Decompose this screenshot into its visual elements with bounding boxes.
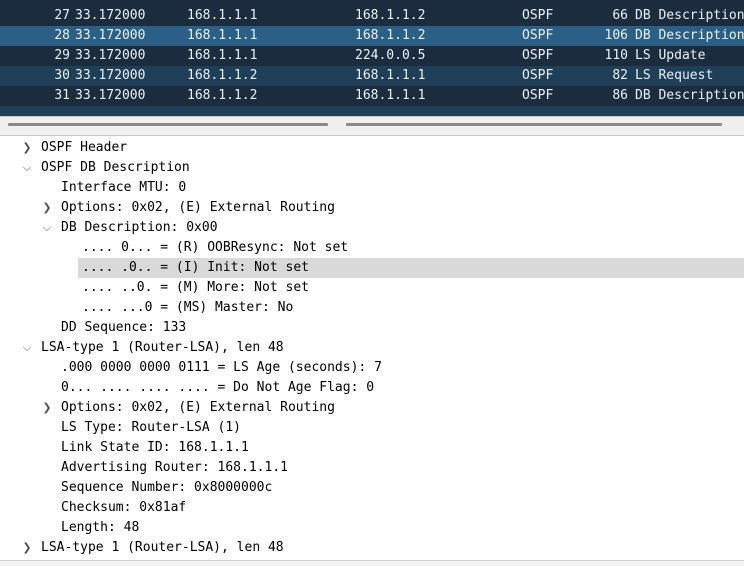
packet-time: 33.172000 xyxy=(75,48,146,63)
packet-destination: 168.1.1.1 xyxy=(355,88,426,103)
tree-item-more[interactable]: .... ..0. = (M) More: Not set xyxy=(0,278,744,298)
tree-item-db-description-flags[interactable]: ⌵ DB Description: 0x00 xyxy=(0,218,744,238)
packet-length: 110 xyxy=(604,48,628,63)
tree-item-ospf-db-description[interactable]: ⌵ OSPF DB Description xyxy=(0,158,744,178)
tree-item-ospf-header[interactable]: ❯ OSPF Header xyxy=(0,138,744,158)
packet-no: 27 xyxy=(54,8,70,23)
packet-length: 106 xyxy=(604,28,628,43)
packet-no: 30 xyxy=(54,68,70,83)
tree-item-do-not-age[interactable]: 0... .... .... .... = Do Not Age Flag: 0 xyxy=(0,378,744,398)
tree-item-label: .... 0... = (R) OOBResync: Not set xyxy=(82,240,349,255)
pane-splitter[interactable] xyxy=(0,116,744,136)
packet-row[interactable]: 30 33.172000 168.1.1.2 168.1.1.1 OSPF 82… xyxy=(0,66,744,86)
tree-item-sequence-number[interactable]: Sequence Number: 0x8000000c xyxy=(0,478,744,498)
tree-item-length[interactable]: Length: 48 xyxy=(0,518,744,538)
packet-protocol: OSPF xyxy=(522,28,554,43)
packet-destination: 168.1.1.2 xyxy=(355,28,426,43)
chevron-right-icon[interactable]: ❯ xyxy=(21,138,33,158)
tree-item-init-selected[interactable]: .... .0.. = (I) Init: Not set xyxy=(78,258,744,278)
packet-time: 33.172000 xyxy=(75,28,146,43)
tree-item-label: OSPF DB Description xyxy=(41,160,190,175)
tree-item-oobresync[interactable]: .... 0... = (R) OOBResync: Not set xyxy=(0,238,744,258)
tree-item-interface-mtu[interactable]: Interface MTU: 0 xyxy=(0,178,744,198)
packet-no: 28 xyxy=(54,28,70,43)
tree-item-options[interactable]: ❯ Options: 0x02, (E) External Routing xyxy=(0,198,744,218)
packet-protocol: OSPF xyxy=(522,8,554,23)
packet-time: 33.172000 xyxy=(75,88,146,103)
tree-item-label: .... .0.. = (I) Init: Not set xyxy=(82,260,309,275)
chevron-down-icon[interactable]: ⌵ xyxy=(21,338,33,358)
packet-info: DB Description xyxy=(635,28,744,43)
packet-source: 168.1.1.1 xyxy=(187,28,258,43)
tree-item-checksum[interactable]: Checksum: 0x81af xyxy=(0,498,744,518)
packet-destination: 168.1.1.2 xyxy=(355,8,426,23)
tree-item-label: DB Description: 0x00 xyxy=(61,220,218,235)
tree-item-label: OSPF Header xyxy=(41,140,128,155)
tree-item-dd-sequence[interactable]: DD Sequence: 133 xyxy=(0,318,744,338)
tree-item-label: LSA-type 1 (Router-LSA), len 48 xyxy=(41,340,284,355)
packet-no: 29 xyxy=(54,48,70,63)
tree-item-label: LS Type: Router-LSA (1) xyxy=(61,420,242,435)
packet-length: 86 xyxy=(612,88,628,103)
packet-length: 82 xyxy=(612,68,628,83)
chevron-down-icon[interactable]: ⌵ xyxy=(21,158,33,178)
tree-item-label: LSA-type 1 (Router-LSA), len 48 xyxy=(41,540,284,555)
packet-details-tree[interactable]: ❯ OSPF Header ⌵ OSPF DB Description Inte… xyxy=(0,138,744,560)
tree-item-ls-age[interactable]: .000 0000 0000 0111 = LS Age (seconds): … xyxy=(0,358,744,378)
packet-source: 168.1.1.2 xyxy=(187,88,258,103)
tree-item-label: Sequence Number: 0x8000000c xyxy=(61,480,273,495)
packet-list[interactable]: 27 33.172000 168.1.1.1 168.1.1.2 OSPF 66… xyxy=(0,0,744,116)
packet-protocol: OSPF xyxy=(522,48,554,63)
packet-time: 33.172000 xyxy=(75,8,146,23)
tree-item-ls-type[interactable]: LS Type: Router-LSA (1) xyxy=(0,418,744,438)
packet-no: 31 xyxy=(54,88,70,103)
packet-info: DB Description xyxy=(635,8,744,23)
tree-item-label: Link State ID: 168.1.1.1 xyxy=(61,440,249,455)
tree-item-label: .... ...0 = (MS) Master: No xyxy=(82,300,294,315)
tree-item-label: Advertising Router: 168.1.1.1 xyxy=(61,460,288,475)
tree-item-label: .... ..0. = (M) More: Not set xyxy=(82,280,309,295)
packet-info: LS Update xyxy=(635,48,706,63)
packet-row[interactable]: 31 33.172000 168.1.1.2 168.1.1.1 OSPF 86… xyxy=(0,86,744,106)
status-bar xyxy=(0,560,744,566)
chevron-right-icon[interactable]: ❯ xyxy=(21,538,33,558)
packet-source: 168.1.1.2 xyxy=(187,68,258,83)
packet-source: 168.1.1.1 xyxy=(187,8,258,23)
packet-row-partial[interactable] xyxy=(0,106,744,116)
tree-item-lsa-type-1[interactable]: ⌵ LSA-type 1 (Router-LSA), len 48 xyxy=(0,338,744,358)
tree-item-label: .000 0000 0000 0111 = LS Age (seconds): … xyxy=(61,360,382,375)
tree-item-advertising-router[interactable]: Advertising Router: 168.1.1.1 xyxy=(0,458,744,478)
packet-row-selected[interactable]: 28 33.172000 168.1.1.1 168.1.1.2 OSPF 10… xyxy=(0,26,744,46)
chevron-right-icon[interactable]: ❯ xyxy=(41,398,53,418)
chevron-down-icon[interactable]: ⌵ xyxy=(41,218,53,238)
tree-item-label: Options: 0x02, (E) External Routing xyxy=(61,400,335,415)
packet-info: LS Request xyxy=(635,68,714,83)
packet-protocol: OSPF xyxy=(522,88,554,103)
horizontal-scrollbar-thumb[interactable] xyxy=(346,123,722,126)
packet-info: DB Description xyxy=(635,88,744,103)
tree-item-label: Options: 0x02, (E) External Routing xyxy=(61,200,335,215)
packet-source: 168.1.1.1 xyxy=(187,48,258,63)
horizontal-scrollbar-thumb[interactable] xyxy=(8,123,328,126)
tree-item-label: Interface MTU: 0 xyxy=(61,180,187,195)
tree-item-lsa-options[interactable]: ❯ Options: 0x02, (E) External Routing xyxy=(0,398,744,418)
tree-item-link-state-id[interactable]: Link State ID: 168.1.1.1 xyxy=(0,438,744,458)
packet-destination: 168.1.1.1 xyxy=(355,68,426,83)
tree-item-master[interactable]: .... ...0 = (MS) Master: No xyxy=(0,298,744,318)
packet-row[interactable]: 27 33.172000 168.1.1.1 168.1.1.2 OSPF 66… xyxy=(0,6,744,26)
tree-item-label: Checksum: 0x81af xyxy=(61,500,187,515)
tree-item-lsa-type-1-second[interactable]: ❯ LSA-type 1 (Router-LSA), len 48 xyxy=(0,538,744,558)
tree-item-label: Length: 48 xyxy=(61,520,140,535)
packet-destination: 224.0.0.5 xyxy=(355,48,426,63)
packet-time: 33.172000 xyxy=(75,68,146,83)
packet-protocol: OSPF xyxy=(522,68,554,83)
packet-row[interactable]: 29 33.172000 168.1.1.1 224.0.0.5 OSPF 11… xyxy=(0,46,744,66)
chevron-right-icon[interactable]: ❯ xyxy=(41,198,53,218)
tree-item-label: DD Sequence: 133 xyxy=(61,320,187,335)
packet-length: 66 xyxy=(612,8,628,23)
tree-item-label: 0... .... .... .... = Do Not Age Flag: 0 xyxy=(61,380,375,395)
